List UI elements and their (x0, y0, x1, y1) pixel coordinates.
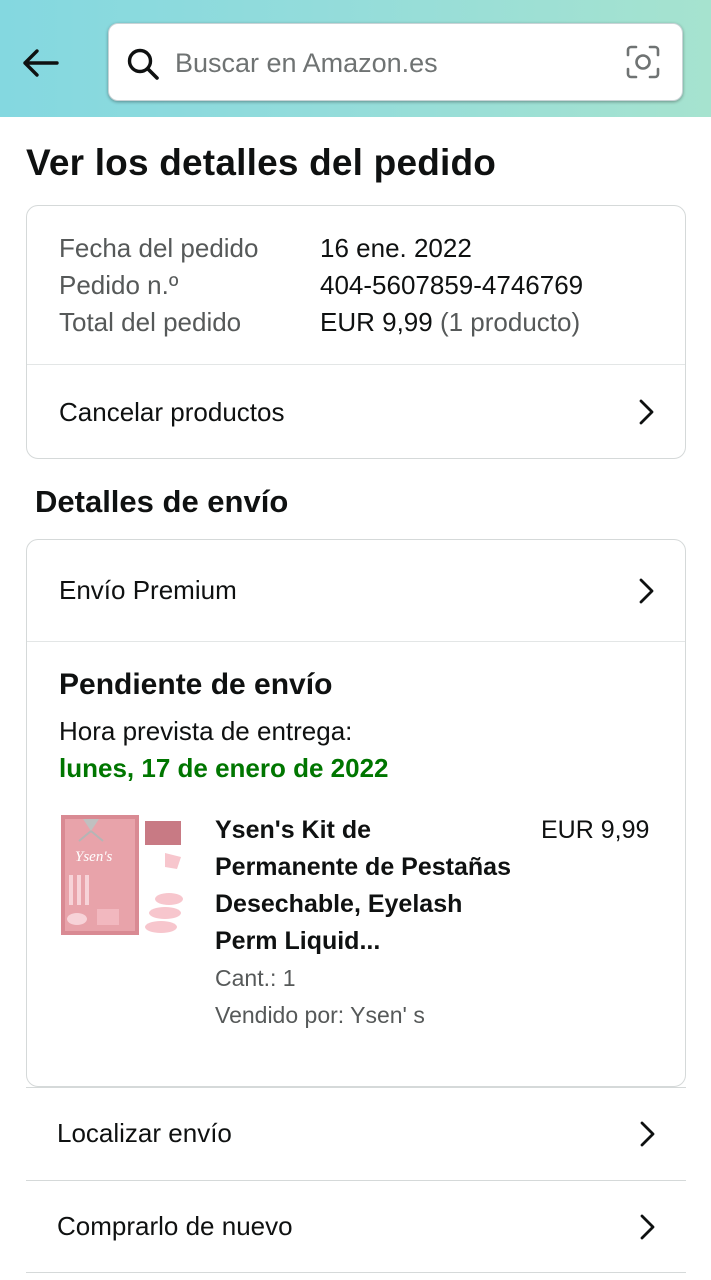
shipping-method-row[interactable]: Envío Premium (27, 540, 685, 641)
camera-search-icon[interactable] (623, 42, 663, 82)
search-box[interactable] (108, 23, 683, 101)
chevron-right-icon (635, 397, 659, 427)
page-title: Ver los detalles del pedido (26, 142, 497, 183)
app-header (0, 0, 711, 117)
back-button[interactable] (16, 40, 64, 86)
track-package-row[interactable]: Localizar envío (26, 1087, 686, 1179)
buy-again-row[interactable]: Comprarlo de nuevo (26, 1180, 686, 1272)
product-price: EUR 9,99 (541, 816, 650, 844)
product-title[interactable]: Ysen's Kit de Permanente de Pestañas Des… (215, 812, 515, 960)
order-date-label: Fecha del pedido (59, 233, 259, 263)
order-total-label: Total del pedido (59, 307, 242, 337)
divider (26, 1272, 686, 1273)
order-number-label: Pedido n.º (59, 270, 179, 300)
chevron-right-icon (636, 1119, 660, 1149)
order-summary-card: Fecha del pedido 16 ene. 2022 Pedido n.º… (26, 205, 686, 459)
order-total-amount: EUR 9,99 (320, 307, 433, 337)
product-image[interactable]: Ysen's (61, 813, 185, 937)
order-date-row: Fecha del pedido 16 ene. 2022 (59, 230, 583, 267)
shipping-section-title: Detalles de envío (35, 484, 289, 519)
search-icon (125, 46, 161, 82)
order-date-value: 16 ene. 2022 (320, 233, 472, 263)
delivery-label: Hora prevista de entrega: (59, 716, 353, 746)
cancel-products-row[interactable]: Cancelar productos (27, 365, 685, 459)
order-total-count: (1 producto) (439, 307, 581, 337)
product-seller: Vendido por: Ysen' s (215, 1002, 425, 1028)
shipping-card: Envío Premium Pendiente de envío Hora pr… (26, 539, 686, 1087)
chevron-right-icon (636, 1212, 660, 1242)
chevron-right-icon (635, 576, 659, 606)
order-total-value: EUR 9,99 (1 producto) (320, 304, 580, 341)
shipping-method-label: Envío Premium (59, 575, 237, 605)
search-input[interactable] (175, 38, 605, 88)
order-total-row: Total del pedido EUR 9,99 (1 producto) (59, 304, 583, 341)
product-quantity: Cant.: 1 (215, 965, 296, 991)
order-info: Fecha del pedido 16 ene. 2022 Pedido n.º… (59, 230, 583, 341)
track-package-label: Localizar envío (57, 1118, 232, 1148)
thumb-brand-text: Ysen's (75, 849, 113, 865)
back-arrow-icon (23, 49, 59, 77)
buy-again-label: Comprarlo de nuevo (57, 1211, 293, 1241)
shipment-status: Pendiente de envío (59, 668, 333, 701)
delivery-date: lunes, 17 de enero de 2022 (59, 753, 389, 783)
divider (27, 641, 685, 642)
cancel-products-label: Cancelar productos (59, 396, 285, 427)
order-number-row: Pedido n.º 404-5607859-4746769 (59, 267, 583, 304)
order-number-value: 404-5607859-4746769 (320, 270, 584, 300)
